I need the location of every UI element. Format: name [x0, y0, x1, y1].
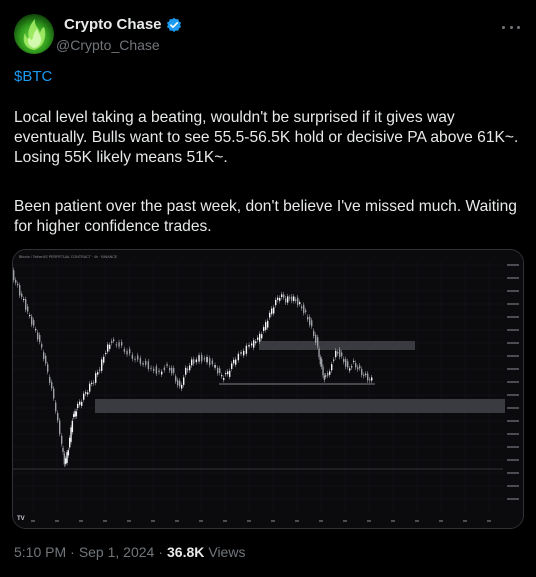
tweet-paragraph: Been patient over the past week, don't b… [14, 198, 517, 235]
more-dots-icon[interactable] [502, 18, 520, 36]
tweet-time[interactable]: 5:10 PM [14, 544, 66, 560]
views-label: Views [208, 544, 246, 560]
chart-header: Bitcoin / TetherUS PERPETUAL CONTRACT · … [19, 255, 118, 259]
resistance-zone [259, 341, 415, 350]
avatar-flame-icon [23, 19, 46, 50]
support-zone [95, 399, 505, 413]
views-count: 36.8K [167, 544, 205, 560]
chart-image[interactable]: Bitcoin / TetherUS PERPETUAL CONTRACT · … [12, 249, 524, 529]
meta-separator: · [70, 544, 75, 560]
tweet-date[interactable]: Sep 1, 2024 [79, 544, 155, 560]
author-display-name[interactable]: Crypto Chase [64, 16, 162, 33]
tweet-meta: 5:10 PM · Sep 1, 2024 · 36.8K Views [14, 544, 245, 560]
avatar[interactable] [14, 14, 54, 54]
author-handle[interactable]: @Crypto_Chase [56, 37, 160, 53]
cashtag-link[interactable]: $BTC [14, 68, 52, 85]
tradingview-logo-icon: TV [17, 516, 25, 522]
tweet-paragraph: Local level taking a beating, wouldn't b… [14, 109, 519, 166]
meta-separator: · [158, 544, 163, 560]
verified-badge-icon [166, 17, 182, 33]
